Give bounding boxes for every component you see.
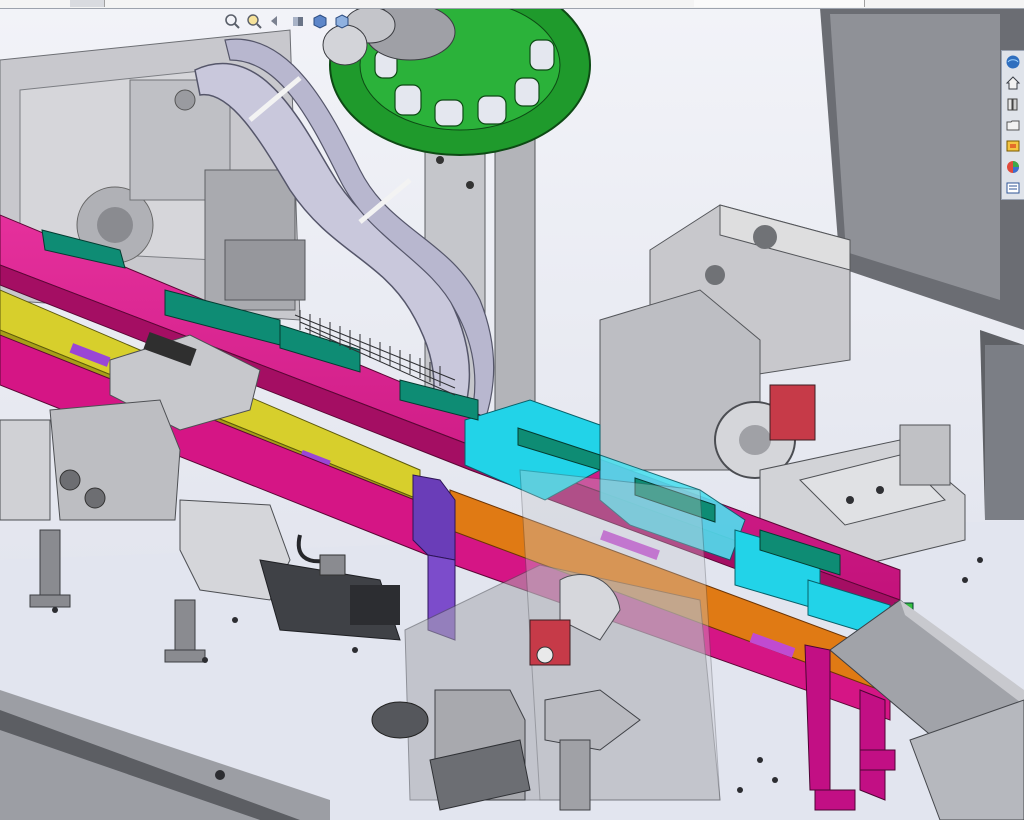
zoom-to-area-icon[interactable] bbox=[244, 11, 264, 31]
view-orientation-icon[interactable] bbox=[310, 11, 330, 31]
search-field-segment[interactable] bbox=[694, 0, 865, 7]
display-style-icon[interactable] bbox=[332, 11, 352, 31]
menu-segment[interactable] bbox=[70, 0, 105, 7]
section-view-icon[interactable] bbox=[288, 11, 308, 31]
graphics-area[interactable] bbox=[0, 8, 1024, 820]
view-palette-icon[interactable] bbox=[1002, 136, 1024, 156]
appearances-scenes-icon[interactable] bbox=[1002, 157, 1024, 177]
design-library-icon[interactable] bbox=[1002, 94, 1024, 114]
file-explorer-icon[interactable] bbox=[1002, 115, 1024, 135]
top-menu-strip bbox=[0, 0, 1024, 9]
home-icon[interactable] bbox=[1002, 73, 1024, 93]
previous-view-icon[interactable] bbox=[266, 11, 286, 31]
heads-up-view-toolbar bbox=[222, 10, 352, 32]
task-pane-tabs bbox=[1001, 50, 1024, 200]
zoom-to-fit-icon[interactable] bbox=[222, 11, 242, 31]
custom-properties-icon[interactable] bbox=[1002, 178, 1024, 198]
solidworks-resources-icon[interactable] bbox=[1002, 52, 1024, 72]
